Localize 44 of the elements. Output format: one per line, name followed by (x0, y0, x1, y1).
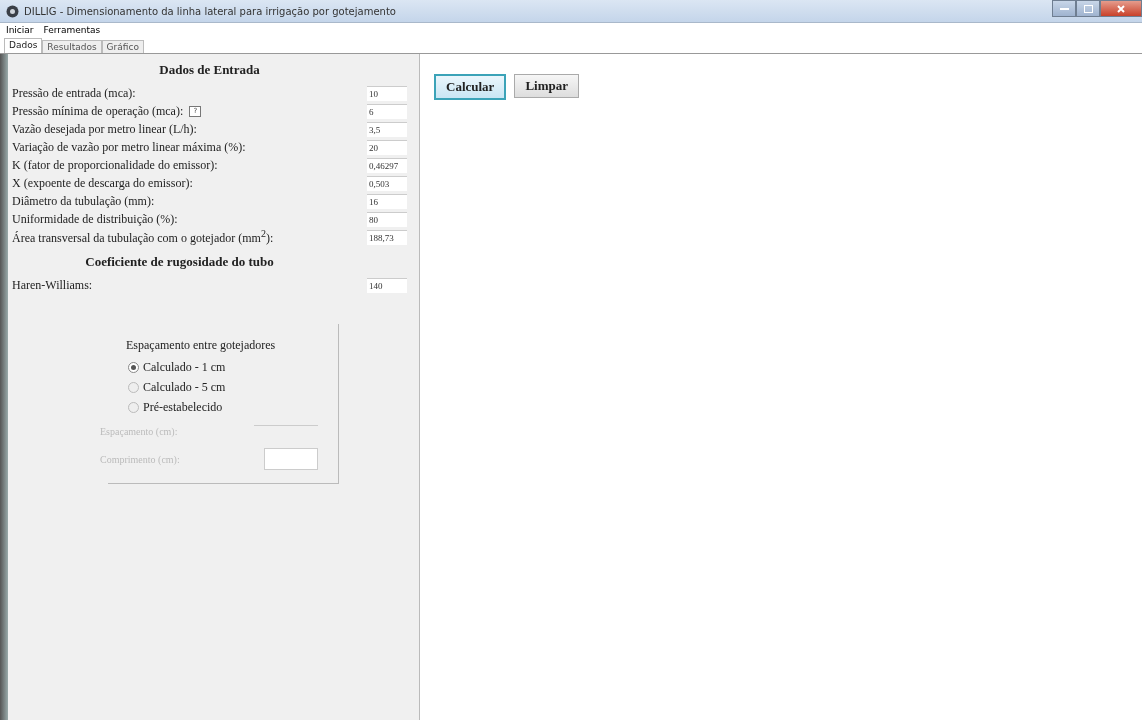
menu-item[interactable]: Ferramentas (43, 25, 101, 35)
section-title: Dados de Entrada (159, 62, 260, 78)
radio-option[interactable]: Calculado - 5 cm (128, 377, 338, 397)
input-field[interactable]: 80 (367, 211, 407, 227)
maximize-icon (1083, 4, 1093, 13)
group-title: Espaçamento entre gotejadores (126, 338, 277, 353)
input-field[interactable]: 0,503 (367, 175, 407, 191)
menu-item[interactable]: Iniciar (6, 25, 34, 35)
action-button[interactable]: Limpar (514, 74, 579, 98)
section-title: Coeficiente de rugosidade do tubo (85, 254, 274, 270)
input-field[interactable]: 20 (367, 139, 407, 155)
input-field[interactable]: 0,46297 (367, 157, 407, 173)
input-field[interactable]: 10 (367, 85, 407, 101)
minimize-button[interactable] (1052, 0, 1076, 17)
action-button[interactable]: Calcular (434, 74, 507, 100)
tab[interactable]: Gráfico (101, 40, 144, 53)
radio-option[interactable]: Calculado - 1 cm (128, 357, 338, 377)
radio-button[interactable] (128, 361, 139, 373)
close-button[interactable] (1100, 0, 1142, 17)
field-label: Área transversal da tubulação com o gotejador (mm$^{2}$): (12, 228, 274, 246)
input-field[interactable]: 6 (367, 103, 407, 119)
maximize-button[interactable] (1076, 0, 1100, 17)
field-label: Variação de vazão por metro linear máxima (%): (12, 139, 246, 155)
radio-button[interactable] (128, 401, 139, 413)
input-field[interactable]: 16 (367, 193, 407, 209)
radio-option[interactable]: Pré-estabelecido (128, 397, 338, 417)
app-icon (6, 4, 19, 18)
field-label: K (fator de proporcionalidade do emissor): (12, 157, 218, 173)
input-field[interactable]: 3,5 (367, 121, 407, 137)
tab[interactable]: Dados (4, 38, 43, 53)
field-label: X (expoente de descarga do emissor): (12, 175, 193, 191)
close-icon (1117, 4, 1125, 13)
radio-button[interactable] (128, 381, 139, 393)
field-label: Vazão desejada por metro linear (L/h): (12, 121, 197, 137)
window-title: DILLIG - Dimensionamento da linha lateral para irrigação por gotejamento (24, 5, 396, 17)
field-label: Uniformidade de distribuição (%): (12, 211, 178, 227)
minimize-icon (1059, 7, 1069, 10)
field-label: Haren-Williams: (12, 277, 93, 293)
tab[interactable]: Resultados (42, 40, 102, 53)
input-field[interactable]: 188,73 (367, 229, 407, 245)
input-field[interactable]: 140 (367, 277, 407, 293)
field-label: Diâmetro da tubulação (mm): (12, 193, 155, 209)
field-label: Pressão mínima de operação (mca): (12, 103, 184, 119)
field-label: Pressão de entrada (mca): (12, 85, 136, 101)
